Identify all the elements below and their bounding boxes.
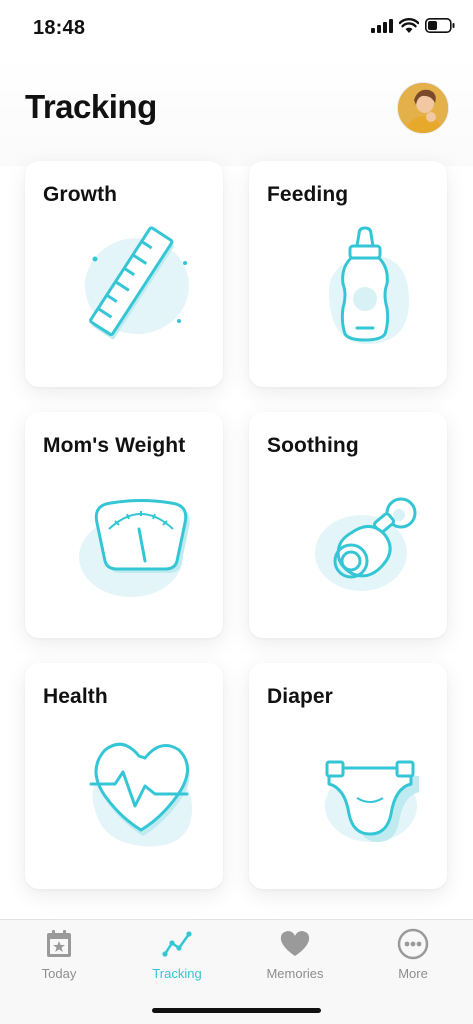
card-feeding[interactable]: Feeding <box>249 161 447 387</box>
card-health[interactable]: Health <box>25 663 223 889</box>
heart-icon <box>280 931 310 956</box>
more-dots-icon <box>397 928 429 960</box>
diaper-icon <box>325 760 419 842</box>
ruler-icon <box>85 226 189 340</box>
card-title: Health <box>43 685 108 708</box>
calendar-star-icon <box>47 930 71 957</box>
card-diaper[interactable]: Diaper <box>249 663 447 889</box>
pacifier-icon <box>315 497 417 591</box>
tracking-grid: Growth Feeding Mom's Weight Soothing Hea… <box>0 0 473 920</box>
card-title: Soothing <box>267 434 359 457</box>
tab-tracking[interactable]: Tracking <box>127 928 227 988</box>
tab-label: More <box>398 966 428 981</box>
card-moms-weight[interactable]: Mom's Weight <box>25 412 223 638</box>
home-indicator[interactable] <box>152 1008 321 1013</box>
tab-memories[interactable]: Memories <box>245 928 345 988</box>
baby-bottle-icon <box>328 226 409 345</box>
card-title: Growth <box>43 183 118 206</box>
scale-icon <box>79 499 190 597</box>
tab-today[interactable]: Today <box>9 928 109 988</box>
card-title: Diaper <box>267 685 333 708</box>
tab-more[interactable]: More <box>363 928 463 988</box>
heart-pulse-icon <box>89 742 193 847</box>
line-chart-icon <box>162 931 192 957</box>
card-title: Feeding <box>267 183 349 206</box>
tab-label: Tracking <box>152 966 202 981</box>
card-growth[interactable]: Growth <box>25 161 223 387</box>
card-soothing[interactable]: Soothing <box>249 412 447 638</box>
tab-label: Today <box>41 966 77 981</box>
card-title: Mom's Weight <box>43 434 186 457</box>
tab-label: Memories <box>266 966 324 981</box>
